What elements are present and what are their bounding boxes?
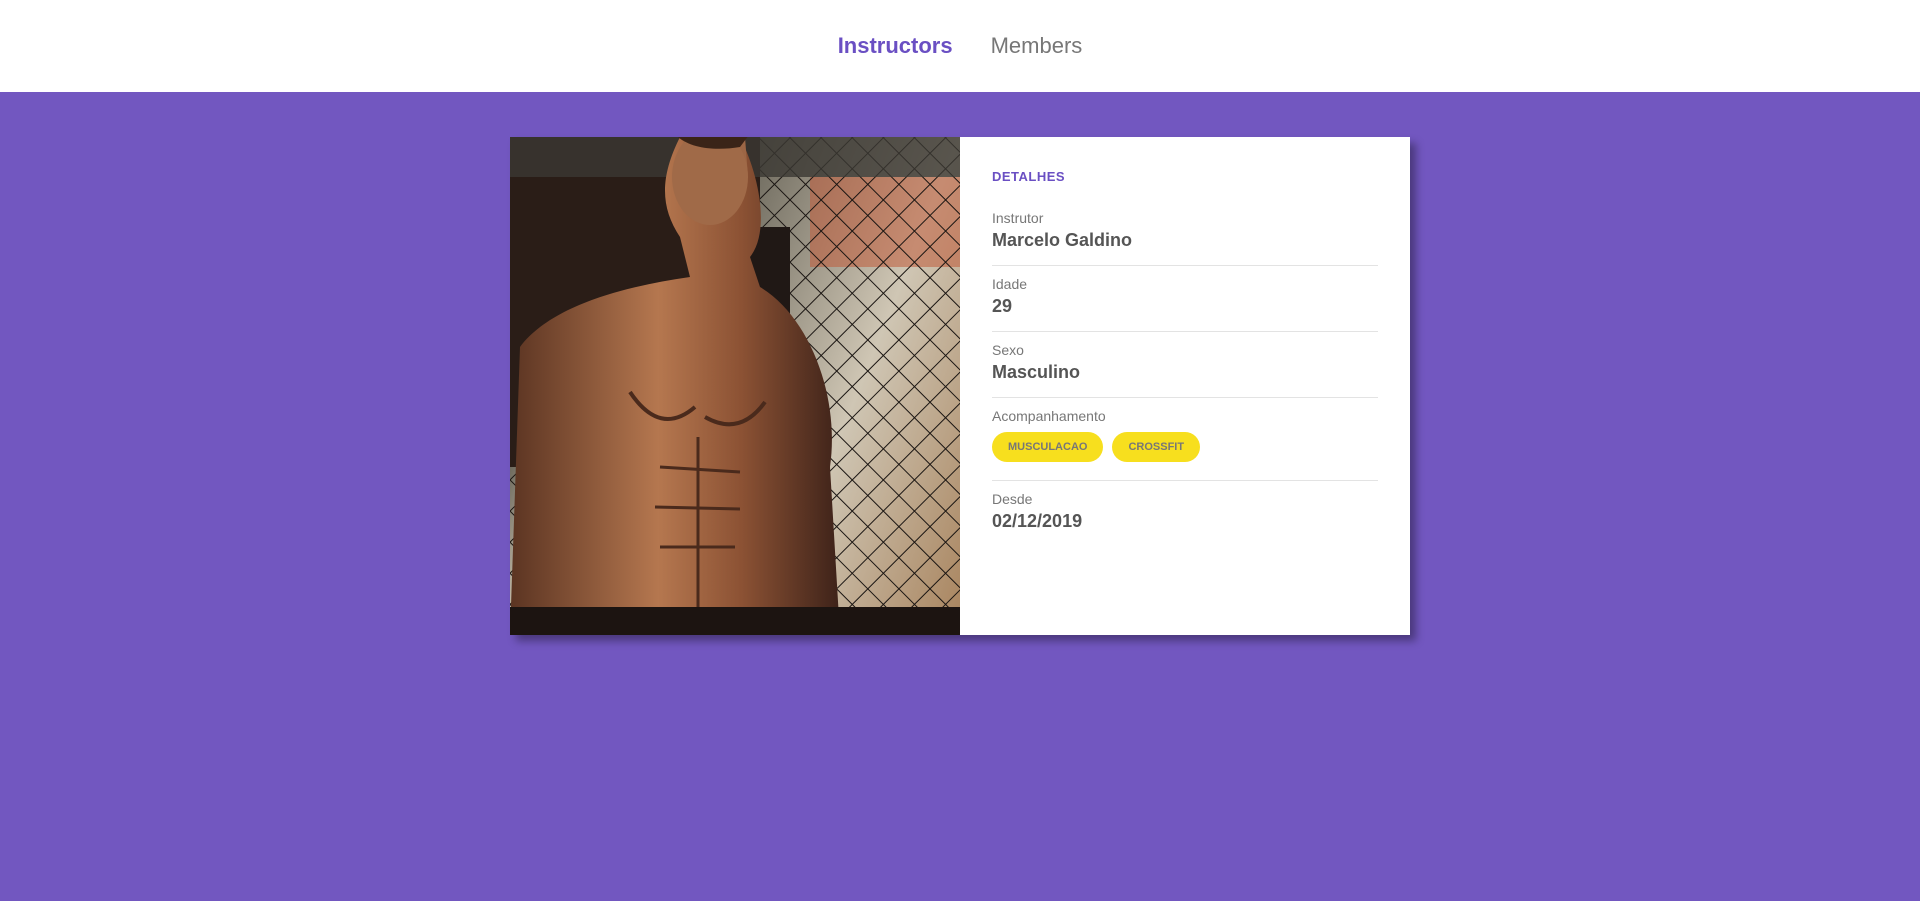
- since-label: Desde: [992, 491, 1033, 507]
- age-label: Idade: [992, 276, 1028, 292]
- services-tags: MUSCULACAO CROSSFIT: [992, 432, 1378, 462]
- gender-label: Sexo: [992, 342, 1024, 358]
- nav-instructors-link[interactable]: Instructors: [838, 33, 953, 59]
- details-title: DETALHES: [992, 169, 1066, 184]
- instructor-label: Instrutor: [992, 210, 1044, 226]
- top-nav: Instructors Members: [0, 0, 1920, 92]
- age-value: 29: [992, 296, 1013, 316]
- instructor-field: Instrutor Marcelo Galdino: [992, 200, 1378, 266]
- service-tag: CROSSFIT: [1112, 432, 1201, 462]
- instructor-value: Marcelo Galdino: [992, 230, 1133, 250]
- instructor-card: DETALHES Instrutor Marcelo Galdino Idade…: [510, 137, 1410, 635]
- nav-members-link[interactable]: Members: [991, 33, 1083, 59]
- service-tag: MUSCULACAO: [992, 432, 1104, 462]
- since-field: Desde 02/12/2019: [992, 481, 1378, 546]
- details-panel: DETALHES Instrutor Marcelo Galdino Idade…: [960, 137, 1410, 635]
- age-field: Idade 29: [992, 266, 1378, 332]
- services-field: Acompanhamento MUSCULACAO CROSSFIT: [992, 398, 1378, 481]
- instructor-photo: [510, 137, 960, 635]
- services-label: Acompanhamento: [992, 408, 1106, 424]
- since-value: 02/12/2019: [992, 511, 1083, 531]
- gender-value: Masculino: [992, 362, 1081, 382]
- gender-field: Sexo Masculino: [992, 332, 1378, 398]
- instructor-photo-image: [510, 137, 960, 635]
